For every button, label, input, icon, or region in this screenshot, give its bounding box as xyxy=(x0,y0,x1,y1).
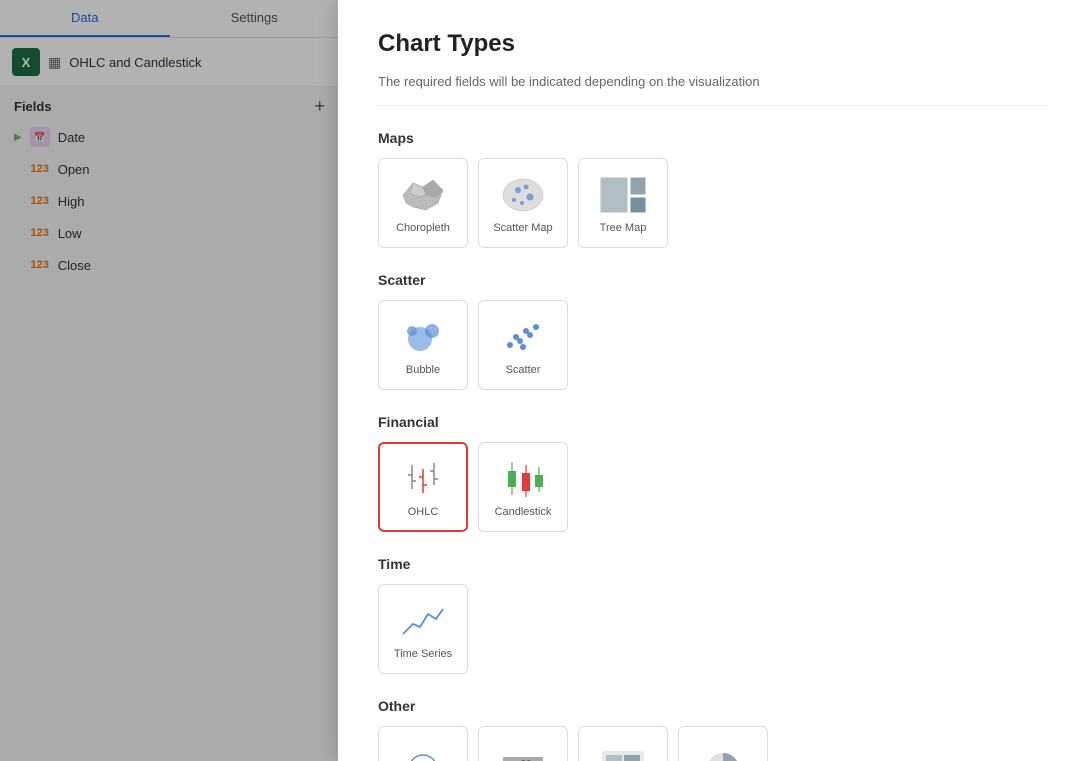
chart-item-ohlc[interactable]: OHLC xyxy=(378,442,468,532)
chart-item-choropleth[interactable]: Choropleth xyxy=(378,158,468,248)
financial-grid: OHLC Candle xyxy=(378,442,1048,532)
candlestick-label: Candlestick xyxy=(495,506,552,518)
chart-item-scatter[interactable]: Scatter xyxy=(478,300,568,390)
chart-item-tree-map[interactable]: Tree Map xyxy=(578,158,668,248)
other-grid: 20 xyxy=(378,726,1048,761)
modal-title: Chart Types xyxy=(378,30,1048,58)
other1-preview xyxy=(398,747,448,761)
choropleth-label: Choropleth xyxy=(396,222,450,234)
other4-preview xyxy=(698,747,748,761)
chart-item-other1[interactable] xyxy=(378,726,468,761)
section-financial: Financial xyxy=(378,414,1048,430)
choropleth-preview xyxy=(398,173,448,218)
section-scatter: Scatter xyxy=(378,272,1048,288)
chart-types-modal: Chart Types The required fields will be … xyxy=(338,0,1088,761)
tree-map-preview xyxy=(598,173,648,218)
chart-item-other2[interactable]: 20 xyxy=(478,726,568,761)
scatter-label: Scatter xyxy=(506,364,541,376)
bubble-preview xyxy=(398,315,448,360)
section-other: Other xyxy=(378,698,1048,714)
section-time: Time xyxy=(378,556,1048,572)
tree-map-label: Tree Map xyxy=(600,222,647,234)
chart-item-candlestick[interactable]: Candlestick xyxy=(478,442,568,532)
modal-overlay: Chart Types The required fields will be … xyxy=(0,0,1088,761)
section-maps: Maps xyxy=(378,130,1048,146)
ohlc-preview xyxy=(398,457,448,502)
time-grid: Time Series xyxy=(378,584,1048,674)
scatter-map-label: Scatter Map xyxy=(493,222,552,234)
maps-grid: Choropleth Scatter Map xyxy=(378,158,1048,248)
chart-item-other4[interactable] xyxy=(678,726,768,761)
chart-item-other3[interactable] xyxy=(578,726,668,761)
chart-item-time-series[interactable]: Time Series xyxy=(378,584,468,674)
time-series-preview xyxy=(398,599,448,644)
chart-item-bubble[interactable]: Bubble xyxy=(378,300,468,390)
other3-preview xyxy=(598,747,648,761)
scatter-map-preview xyxy=(498,173,548,218)
modal-subtitle: The required fields will be indicated de… xyxy=(378,74,1048,106)
scatter-preview xyxy=(498,315,548,360)
bubble-label: Bubble xyxy=(406,364,440,376)
ohlc-label-modal: OHLC xyxy=(408,506,439,518)
other2-preview: 20 xyxy=(498,747,548,761)
time-series-label: Time Series xyxy=(394,648,452,660)
chart-item-scatter-map[interactable]: Scatter Map xyxy=(478,158,568,248)
candlestick-preview xyxy=(498,457,548,502)
scatter-grid: Bubble Scatter xyxy=(378,300,1048,390)
